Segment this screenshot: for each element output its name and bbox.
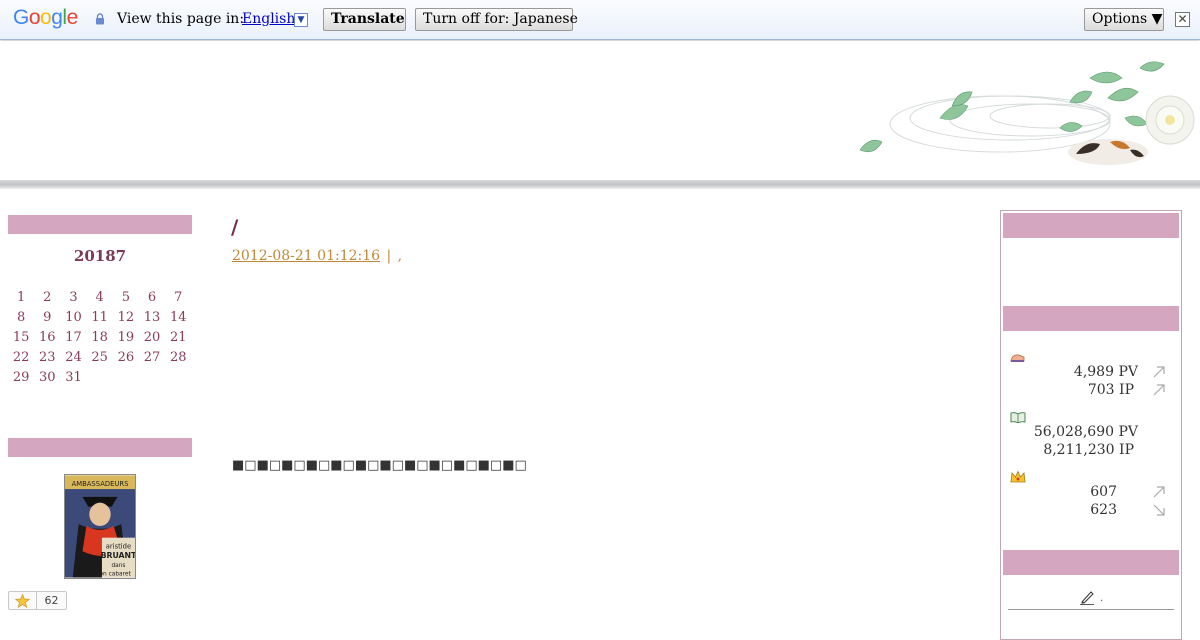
calendar-header	[8, 215, 192, 234]
star-rating-widget[interactable]: 62	[8, 591, 67, 610]
calendar-grid: 1 2 3 4 5 6 7 8 9 10 11 12 13 14 15 16 17 18 19 20 21 22 23 24 2…	[8, 290, 192, 386]
crown-icon	[1010, 470, 1026, 483]
meta-separator: |	[386, 248, 392, 264]
right-header-3	[1003, 550, 1179, 575]
calendar-day[interactable]: 12	[113, 310, 139, 326]
logo-letter: e	[66, 6, 79, 29]
total-ip-value: 8,211,230	[1043, 442, 1115, 458]
post-timestamp-link[interactable]: 2012-08-21 01:12:16	[232, 248, 380, 264]
svg-text:AMBASSADEURS: AMBASSADEURS	[72, 480, 129, 488]
header-divider	[0, 180, 1200, 189]
total-ip-unit: IP	[1119, 442, 1134, 458]
access-header	[1003, 306, 1179, 331]
today-pv-stat: 4,989 PV	[1040, 364, 1138, 380]
calendar-day[interactable]: 19	[113, 330, 139, 346]
shoe-icon	[1010, 354, 1025, 362]
calendar-day[interactable]: 2	[34, 290, 60, 306]
svg-text:BRUANT: BRUANT	[101, 551, 136, 560]
close-icon[interactable]: ✕	[1175, 12, 1190, 27]
today-ip-value: 703	[1087, 382, 1115, 398]
calendar-day[interactable]: 1	[8, 290, 34, 306]
rank-1-value: 607	[1090, 484, 1117, 500]
svg-text:aristide: aristide	[106, 542, 131, 550]
trend-up-icon[interactable]	[1152, 485, 1166, 499]
calendar-day[interactable]: 21	[165, 330, 191, 346]
calendar-day[interactable]: 9	[34, 310, 60, 326]
turn-off-button[interactable]: Turn off for: Japanese	[415, 8, 578, 31]
profile-poster-image[interactable]: AMBASSADEURS aristide BRUANT dans son ca…	[64, 474, 136, 579]
total-ip-stat: 8,211,230 IP	[1030, 442, 1134, 458]
calendar-day[interactable]: 30	[34, 370, 60, 386]
svg-text:son cabaret: son cabaret	[96, 572, 131, 578]
calendar-day[interactable]: 5	[113, 290, 139, 306]
trend-up-icon[interactable]	[1152, 383, 1166, 397]
trend-up-icon[interactable]	[1152, 365, 1166, 379]
calendar-day[interactable]: 26	[113, 350, 139, 366]
trend-down-icon[interactable]	[1152, 503, 1166, 517]
calendar-day[interactable]: 15	[8, 330, 34, 346]
post-title: /	[231, 215, 239, 239]
calendar-day[interactable]: 29	[8, 370, 34, 386]
today-pv-unit: PV	[1118, 364, 1138, 380]
calendar-day[interactable]: 6	[139, 290, 165, 306]
calendar-day[interactable]: 4	[87, 290, 113, 306]
view-page-label: View this page in:	[117, 11, 245, 27]
star-count: 62	[44, 594, 59, 607]
book-icon	[1010, 412, 1026, 423]
total-pv-unit: PV	[1118, 424, 1138, 440]
today-ip-unit: IP	[1119, 382, 1134, 398]
today-ip-stat: 703 IP	[1040, 382, 1134, 398]
language-select[interactable]: English	[242, 11, 295, 27]
calendar-day[interactable]: 31	[60, 370, 86, 386]
logo-letter: G	[13, 6, 29, 29]
calendar-day[interactable]: 11	[87, 310, 113, 326]
calendar-day[interactable]: 3	[60, 290, 86, 306]
pen-trailing: .	[1099, 593, 1104, 604]
calendar-title: 20187	[73, 247, 127, 265]
translate-bar: Google View this page in: English ▼ Tran…	[0, 0, 1200, 40]
calendar-day[interactable]: 18	[87, 330, 113, 346]
calendar-day[interactable]: 14	[165, 310, 191, 326]
calendar-day[interactable]: 10	[60, 310, 86, 326]
calendar-day[interactable]: 8	[8, 310, 34, 326]
profile-header	[8, 438, 192, 457]
calendar-day[interactable]: 7	[165, 290, 191, 306]
post-body-squares: ■□■□■□■□■□■□■□■□■□■□■□■□	[232, 458, 527, 473]
calendar-day[interactable]: 22	[8, 350, 34, 366]
total-pv-stat: 56,028,690 PV	[1030, 424, 1138, 440]
logo-letter: o	[28, 6, 41, 29]
chevron-down-icon[interactable]: ▼	[294, 13, 308, 27]
options-button[interactable]: Options ▼	[1084, 8, 1164, 31]
today-pv-value: 4,989	[1073, 364, 1115, 380]
logo-letter: g	[51, 6, 63, 29]
calendar-day[interactable]: 13	[139, 310, 165, 326]
pen-icon[interactable]	[1079, 589, 1095, 605]
calendar-day[interactable]: 17	[60, 330, 86, 346]
calendar-day[interactable]: 25	[87, 350, 113, 366]
peony-cat-illustration	[859, 61, 1195, 165]
calendar-day[interactable]: 28	[165, 350, 191, 366]
calendar-day[interactable]: 24	[60, 350, 86, 366]
logo-letter: o	[40, 6, 52, 29]
calendar-day[interactable]: 23	[34, 350, 60, 366]
post-meta: 2012-08-21 01:12:16 | ,	[232, 248, 402, 264]
star-icon[interactable]	[9, 592, 37, 609]
write-link-row[interactable]: .	[1008, 586, 1174, 610]
google-logo: Google	[13, 6, 78, 30]
calendar-day[interactable]: 20	[139, 330, 165, 346]
rank-2-value: 623	[1090, 502, 1117, 518]
right-header-1	[1003, 213, 1179, 238]
calendar-day[interactable]: 16	[34, 330, 60, 346]
svg-text:dans: dans	[111, 563, 125, 569]
total-pv-value: 56,028,690	[1033, 424, 1115, 440]
lock-icon	[96, 13, 104, 25]
translate-button[interactable]: Translate	[323, 8, 406, 31]
meta-trailing: ,	[397, 248, 403, 264]
calendar-day[interactable]: 27	[139, 350, 165, 366]
